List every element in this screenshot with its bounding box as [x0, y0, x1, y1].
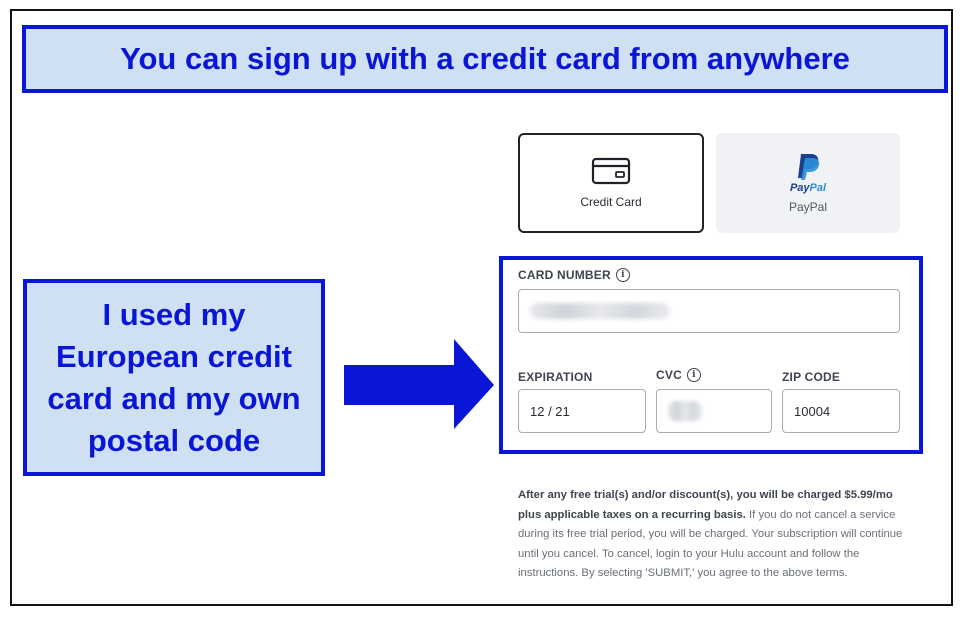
screenshot-frame: You can sign up with a credit card from …	[10, 9, 953, 606]
blurred-card-number	[530, 303, 670, 319]
headline-banner: You can sign up with a credit card from …	[22, 25, 948, 93]
arrow-right-icon	[344, 339, 494, 429]
callout-text: I used my European credit card and my ow…	[47, 296, 301, 458]
cvc-input[interactable]	[656, 389, 772, 433]
zip-code-label: ZIP CODE	[782, 370, 841, 384]
paypal-option[interactable]: PayPal PayPal	[716, 133, 900, 233]
headline-text: You can sign up with a credit card from …	[120, 41, 850, 76]
cvc-label: CVC i	[656, 368, 701, 382]
info-icon[interactable]: i	[615, 268, 630, 282]
expiration-label: EXPIRATION	[518, 370, 593, 384]
blurred-cvc	[668, 401, 702, 421]
zip-code-input[interactable]: 10004	[782, 389, 900, 433]
credit-card-icon	[591, 157, 631, 185]
billing-terms: After any free trial(s) and/or discount(…	[518, 486, 908, 584]
annotation-callout: I used my European credit card and my ow…	[23, 279, 325, 476]
credit-card-label: Credit Card	[580, 195, 642, 209]
zip-code-value: 10004	[794, 403, 831, 419]
expiration-input[interactable]: 12 / 21	[518, 389, 646, 433]
expiration-value: 12 / 21	[530, 403, 570, 419]
credit-card-option[interactable]: Credit Card	[518, 133, 704, 233]
paypal-label: PayPal	[788, 200, 828, 214]
card-number-label: CARD NUMBER i	[518, 268, 630, 282]
card-number-input[interactable]	[518, 289, 900, 333]
paypal-icon	[798, 154, 820, 180]
paypal-logo-text: PayPal	[789, 182, 827, 194]
info-icon[interactable]: i	[686, 368, 701, 382]
